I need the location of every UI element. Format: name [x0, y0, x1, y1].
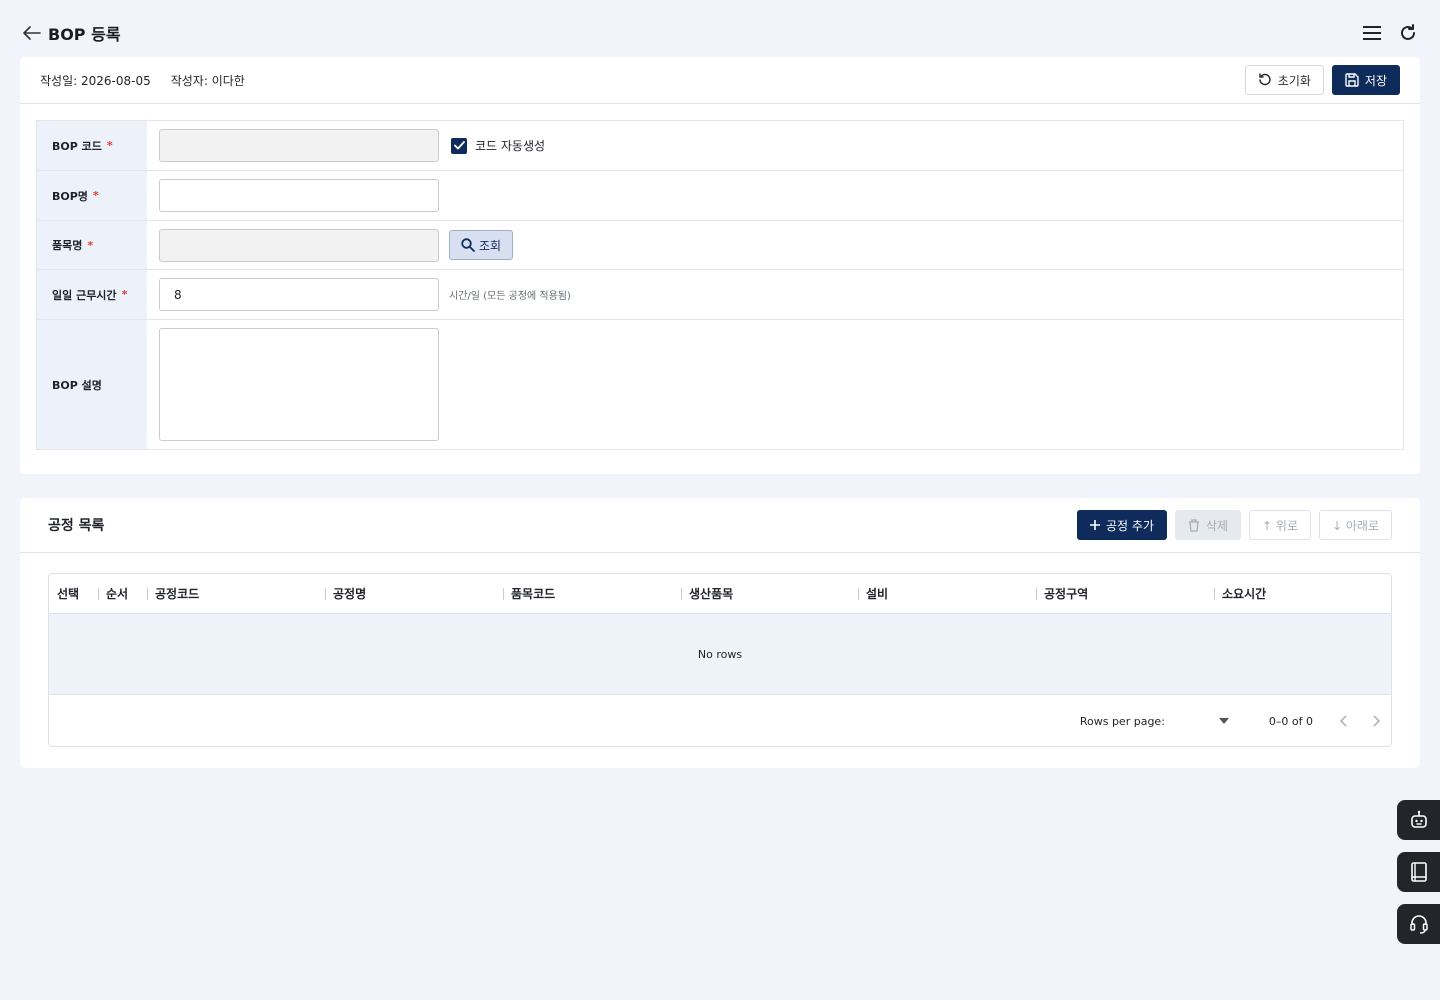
move-up-label: ↑ 위로 — [1262, 518, 1298, 533]
daily-hours-input[interactable]: 8 — [159, 278, 439, 311]
column-header-duration[interactable]: 소요시간 — [1214, 574, 1384, 613]
add-process-label: 공정 추가 — [1105, 518, 1154, 533]
previous-page-button[interactable] — [1339, 715, 1347, 727]
move-up-button[interactable]: ↑ 위로 — [1249, 510, 1311, 540]
bop-name-input[interactable] — [159, 179, 439, 212]
book-icon — [1410, 862, 1427, 882]
back-button[interactable] — [20, 21, 44, 45]
column-header-process-code[interactable]: 공정코드 — [147, 574, 325, 613]
item-name-label: 품목명 — [52, 239, 83, 252]
required-mark: * — [106, 139, 113, 152]
robot-assistant-icon — [1410, 810, 1427, 828]
arrow-left-icon — [23, 26, 41, 40]
daily-hours-label: 일일 근무시간 — [52, 288, 117, 302]
reset-label: 초기화 — [1277, 73, 1311, 88]
column-header-item-code[interactable]: 품목코드 — [503, 574, 681, 613]
bop-name-label: BOP명 — [52, 189, 88, 203]
next-page-button[interactable] — [1373, 715, 1381, 727]
bop-form-card: 작성일: 2026-08-05 작성자: 이다한 초기화 저장 BOP 코드 * — [20, 57, 1420, 474]
plus-icon — [1089, 520, 1100, 530]
manual-button[interactable] — [1397, 852, 1440, 892]
column-header-process-name[interactable]: 공정명 — [325, 574, 503, 613]
required-mark: * — [87, 238, 94, 252]
created-date: 작성일: 2026-08-05 — [40, 73, 151, 88]
required-mark: * — [92, 189, 99, 202]
form-table: BOP 코드 * 코드 자동생성 BOP명 * 품목명 * 조회 일일 근무시간… — [36, 120, 1404, 450]
rows-per-page-select[interactable] — [1179, 718, 1229, 724]
reset-icon — [1259, 73, 1271, 86]
save-icon — [1345, 73, 1359, 87]
row-description: BOP 설명 — [37, 320, 1403, 449]
column-header-order[interactable]: 순서 — [98, 574, 147, 613]
grid-footer: Rows per page: 0–0 of 0 — [49, 695, 1391, 746]
reset-button[interactable]: 초기화 — [1244, 65, 1324, 95]
empty-message: No rows — [697, 647, 743, 661]
pagination-info: 0–0 of 0 — [1268, 714, 1313, 728]
checkbox-checked-icon — [451, 137, 467, 154]
refresh-button[interactable] — [1396, 21, 1420, 45]
search-icon — [461, 238, 475, 252]
bop-code-input[interactable] — [159, 129, 439, 162]
add-process-button[interactable]: 공정 추가 — [1076, 510, 1167, 540]
column-header-equipment[interactable]: 설비 — [858, 574, 1036, 613]
row-daily-hours: 일일 근무시간 * 8 시간/일 (모든 공정에 적용됨) — [37, 270, 1403, 320]
process-list-card: 공정 목록 공정 추가 삭제 ↑ 위로 ↓ 아래로 선택 순서 공정코드 공정명… — [20, 498, 1420, 768]
save-label: 저장 — [1364, 73, 1387, 88]
item-search-button[interactable]: 조회 — [449, 230, 513, 260]
auto-generate-label: 코드 자동생성 — [475, 139, 546, 153]
description-textarea[interactable] — [159, 328, 439, 441]
support-button[interactable] — [1397, 904, 1440, 944]
delete-button[interactable]: 삭제 — [1174, 510, 1242, 540]
hamburger-menu-icon — [1363, 26, 1381, 40]
grid-header: 선택 순서 공정코드 공정명 품목코드 생산품목 설비 공정구역 소요시간 — [49, 574, 1391, 614]
required-mark: * — [121, 288, 128, 301]
delete-label: 삭제 — [1205, 518, 1229, 533]
chevron-right-icon — [1373, 715, 1381, 727]
column-header-select[interactable]: 선택 — [49, 574, 98, 613]
row-bop-code: BOP 코드 * 코드 자동생성 — [37, 121, 1403, 171]
process-list-title: 공정 목록 — [48, 518, 105, 534]
top-bar: BOP 등록 — [20, 18, 1420, 48]
description-label: BOP 설명 — [52, 378, 102, 392]
page-title: BOP 등록 — [48, 25, 121, 44]
headset-support-icon — [1409, 915, 1428, 934]
auto-generate-checkbox[interactable]: 코드 자동생성 — [451, 137, 545, 154]
ai-assistant-button[interactable] — [1397, 800, 1440, 840]
process-grid: 선택 순서 공정코드 공정명 품목코드 생산품목 설비 공정구역 소요시간 No… — [48, 573, 1392, 747]
bop-code-label: BOP 코드 — [52, 139, 102, 153]
trash-icon — [1188, 518, 1199, 532]
rows-per-page-label: Rows per page: — [1079, 714, 1165, 728]
move-down-button[interactable]: ↓ 아래로 — [1319, 510, 1392, 540]
search-label: 조회 — [478, 238, 502, 253]
grid-body: No rows — [49, 614, 1391, 695]
column-header-process-area[interactable]: 공정구역 — [1036, 574, 1214, 613]
row-bop-name: BOP명 * — [37, 171, 1403, 221]
refresh-icon — [1401, 24, 1415, 40]
move-down-label: ↓ 아래로 — [1332, 518, 1379, 533]
caret-down-icon — [1218, 718, 1229, 724]
column-header-product[interactable]: 생산품목 — [681, 574, 858, 613]
menu-button[interactable] — [1360, 21, 1384, 45]
save-button[interactable]: 저장 — [1331, 65, 1400, 95]
meta-row: 작성일: 2026-08-05 작성자: 이다한 초기화 저장 — [20, 57, 1420, 104]
process-list-header: 공정 목록 공정 추가 삭제 ↑ 위로 ↓ 아래로 — [20, 498, 1420, 553]
item-name-input[interactable] — [159, 228, 439, 262]
daily-hours-hint: 시간/일 (모든 공정에 적용됨) — [449, 291, 571, 302]
chevron-left-icon — [1339, 715, 1347, 727]
author: 작성자: 이다한 — [170, 73, 245, 88]
row-item-name: 품목명 * 조회 — [37, 221, 1403, 270]
